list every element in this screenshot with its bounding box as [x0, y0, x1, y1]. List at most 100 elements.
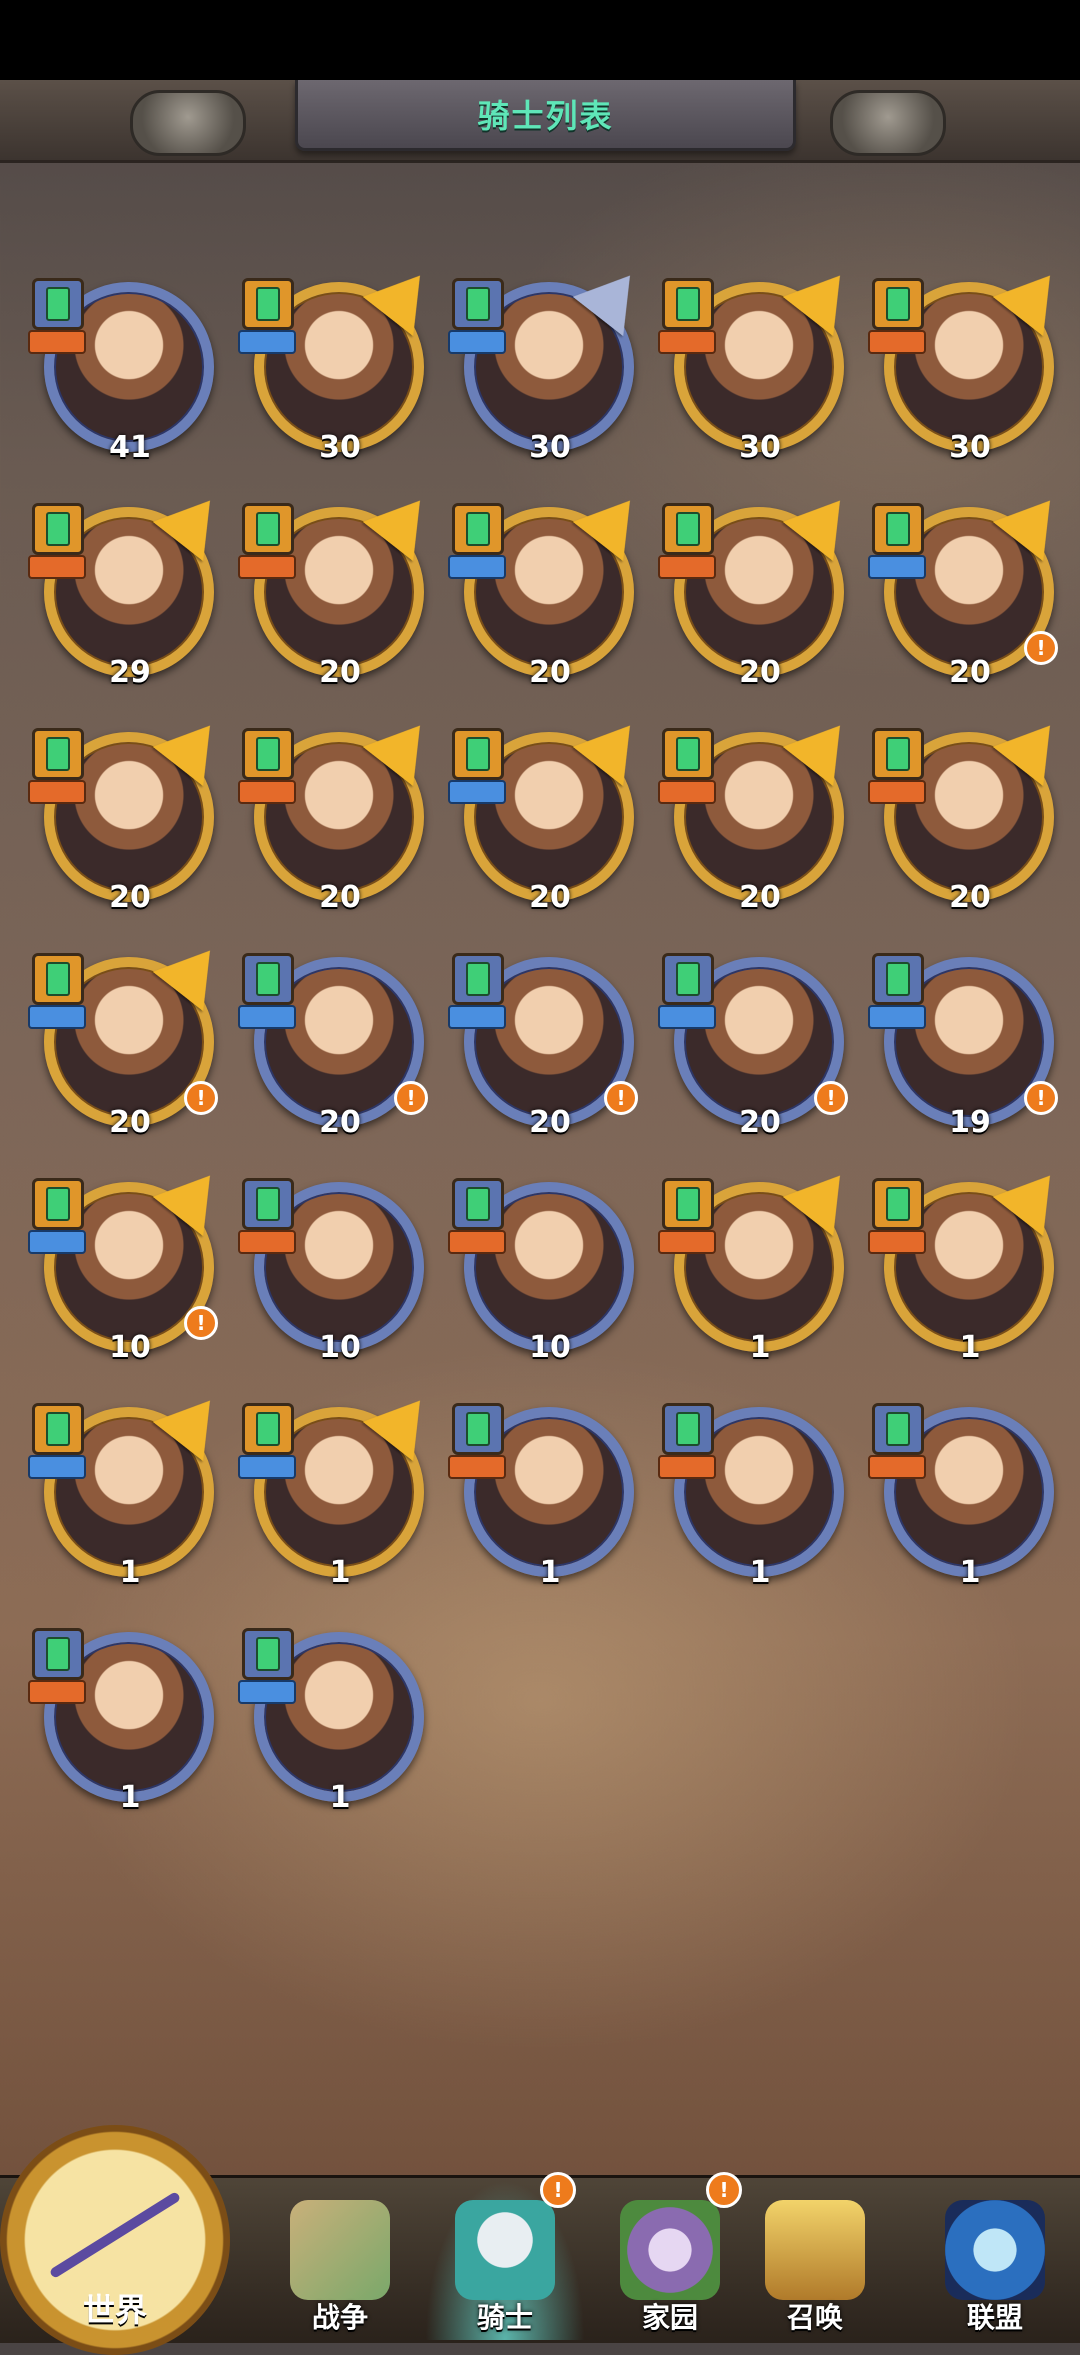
- knight-level: 1: [959, 1555, 981, 1590]
- class-symbol-icon: [886, 962, 910, 996]
- knight-card[interactable]: 30: [238, 255, 446, 470]
- knight-level: 30: [529, 430, 571, 465]
- knight-card[interactable]: 1: [238, 1380, 446, 1595]
- knight-card[interactable]: 20: [868, 705, 1076, 920]
- knight-level: 1: [329, 1555, 351, 1590]
- class-badge-icon: [872, 953, 924, 1005]
- knight-level: 1: [749, 1330, 771, 1365]
- nav-alliance[interactable]: 联盟: [915, 2180, 1075, 2340]
- knight-card[interactable]: 30: [448, 255, 656, 470]
- class-symbol-icon: [46, 287, 70, 321]
- class-symbol-icon: [886, 1187, 910, 1221]
- class-badge-icon: [662, 503, 714, 555]
- class-badge-icon: [242, 728, 294, 780]
- class-symbol-icon: [46, 962, 70, 996]
- class-symbol-icon: [466, 962, 490, 996]
- class-badge-icon: [452, 728, 504, 780]
- class-badge-icon: [662, 278, 714, 330]
- class-badge-icon: [242, 953, 294, 1005]
- knight-card[interactable]: 20: [448, 480, 656, 695]
- class-badge-icon: [452, 278, 504, 330]
- class-badge-icon: [872, 1403, 924, 1455]
- knight-card[interactable]: 20: [238, 480, 446, 695]
- class-badge-icon: [32, 278, 84, 330]
- role-badge-icon: [868, 330, 926, 354]
- knight-card[interactable]: 19!: [868, 945, 1072, 1145]
- role-badge-icon: [658, 1455, 716, 1479]
- knight-card[interactable]: 20!: [868, 480, 1076, 695]
- upgrade-alert-icon: !: [814, 1081, 848, 1115]
- knight-card[interactable]: 20: [28, 705, 236, 920]
- class-badge-icon: [242, 503, 294, 555]
- knight-card[interactable]: 41: [28, 270, 232, 470]
- class-symbol-icon: [466, 512, 490, 546]
- role-badge-icon: [238, 1680, 296, 1704]
- role-badge-icon: [28, 1455, 86, 1479]
- class-symbol-icon: [466, 1412, 490, 1446]
- knight-card[interactable]: 1: [28, 1380, 236, 1595]
- knight-card[interactable]: 1: [658, 1395, 862, 1595]
- upgrade-alert-icon: !: [1024, 631, 1058, 665]
- knight-card[interactable]: 29: [28, 480, 236, 695]
- knight-level: 30: [949, 430, 991, 465]
- knight-card[interactable]: 1: [868, 1395, 1072, 1595]
- role-badge-icon: [28, 330, 86, 354]
- knight-card[interactable]: 20!: [238, 945, 442, 1145]
- role-badge-icon: [238, 1005, 296, 1029]
- knight-card[interactable]: 30: [658, 255, 866, 470]
- nav-summon[interactable]: 召唤: [735, 2180, 895, 2340]
- knight-level: 10: [319, 1330, 361, 1365]
- gear-house-icon: [620, 2200, 720, 2300]
- class-symbol-icon: [466, 737, 490, 771]
- role-badge-icon: [658, 555, 716, 579]
- knight-card[interactable]: 10: [448, 1170, 652, 1370]
- knight-card[interactable]: 30: [868, 255, 1076, 470]
- class-badge-icon: [662, 953, 714, 1005]
- class-symbol-icon: [256, 962, 280, 996]
- role-badge-icon: [28, 1680, 86, 1704]
- role-badge-icon: [238, 330, 296, 354]
- knight-card[interactable]: 20: [448, 705, 656, 920]
- knight-level: 20: [319, 880, 361, 915]
- knight-card[interactable]: 1: [658, 1155, 866, 1370]
- nav-war[interactable]: 战争: [260, 2180, 420, 2340]
- knight-card[interactable]: 1: [448, 1395, 652, 1595]
- class-symbol-icon: [256, 1637, 280, 1671]
- knight-level: 1: [959, 1330, 981, 1365]
- class-symbol-icon: [46, 1412, 70, 1446]
- knight-card[interactable]: 1: [868, 1155, 1076, 1370]
- knight-level: 1: [119, 1555, 141, 1590]
- class-badge-icon: [242, 1178, 294, 1230]
- knight-grid: 41 30 30 30 30 29 20 20 20 20! 20 20 20 20 20 20! 20! 20!…: [0, 0, 1080, 2340]
- knight-card[interactable]: 20!: [658, 945, 862, 1145]
- nav-label-world: 世界: [82, 2291, 147, 2329]
- class-symbol-icon: [676, 287, 700, 321]
- knight-level: 20: [319, 655, 361, 690]
- class-symbol-icon: [256, 1187, 280, 1221]
- role-badge-icon: [868, 780, 926, 804]
- upgrade-alert-icon: !: [184, 1081, 218, 1115]
- knight-card[interactable]: 20: [658, 705, 866, 920]
- knight-card[interactable]: 20: [238, 705, 446, 920]
- class-badge-icon: [32, 503, 84, 555]
- class-symbol-icon: [256, 512, 280, 546]
- knight-card[interactable]: 10!: [28, 1155, 236, 1370]
- class-symbol-icon: [886, 287, 910, 321]
- knight-level: 20: [739, 880, 781, 915]
- class-symbol-icon: [46, 737, 70, 771]
- knight-card[interactable]: 20!: [28, 930, 236, 1145]
- knight-card[interactable]: 20!: [448, 945, 652, 1145]
- class-badge-icon: [32, 1178, 84, 1230]
- class-symbol-icon: [886, 737, 910, 771]
- role-badge-icon: [448, 1455, 506, 1479]
- knight-card[interactable]: 1: [28, 1620, 232, 1820]
- knight-card[interactable]: 10: [238, 1170, 442, 1370]
- class-symbol-icon: [676, 737, 700, 771]
- nav-label-home: 家园: [641, 2301, 698, 2334]
- knight-card[interactable]: 20: [658, 480, 866, 695]
- knight-level: 1: [749, 1555, 771, 1590]
- role-badge-icon: [28, 780, 86, 804]
- knight-card[interactable]: 1: [238, 1620, 442, 1820]
- role-badge-icon: [28, 555, 86, 579]
- role-badge-icon: [868, 1005, 926, 1029]
